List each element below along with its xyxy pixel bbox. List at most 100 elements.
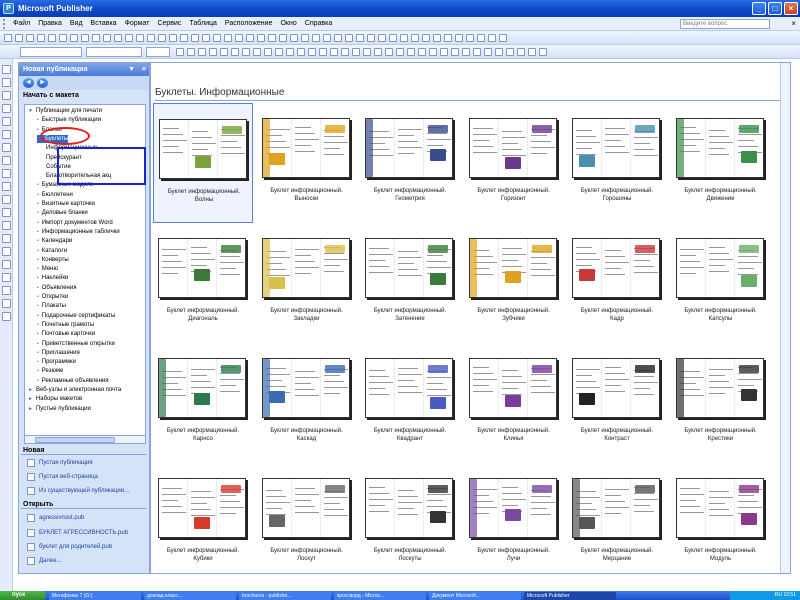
object-tool-icon[interactable] bbox=[2, 260, 11, 269]
gallery-vertical-scrollbar[interactable] bbox=[780, 63, 790, 573]
minimize-button[interactable]: _ bbox=[752, 2, 766, 15]
format-button-icon[interactable] bbox=[297, 48, 305, 56]
toolbar-button-icon[interactable] bbox=[147, 34, 155, 42]
toolbar-button-icon[interactable] bbox=[136, 34, 144, 42]
format-button-icon[interactable] bbox=[231, 48, 239, 56]
toolbar-button-icon[interactable] bbox=[4, 34, 12, 42]
template-card[interactable]: Буклет информационный. Затенение bbox=[360, 223, 460, 343]
taskbar-task[interactable]: кроссворд - Micros... bbox=[334, 591, 426, 600]
toolbar-button-icon[interactable] bbox=[202, 34, 210, 42]
format-button-icon[interactable] bbox=[528, 48, 536, 56]
toolbar-button-icon[interactable] bbox=[433, 34, 441, 42]
template-card[interactable]: Буклет информационный. Горошины bbox=[567, 103, 667, 223]
toolbar-button-icon[interactable] bbox=[26, 34, 34, 42]
object-tool-icon[interactable] bbox=[2, 208, 11, 217]
start-button[interactable]: пуск bbox=[0, 591, 46, 600]
open-file-link[interactable]: agressivnost.pub bbox=[27, 514, 84, 522]
format-button-icon[interactable] bbox=[363, 48, 371, 56]
tree-item[interactable]: • Конверты bbox=[37, 256, 69, 264]
toolbar-button-icon[interactable] bbox=[37, 34, 45, 42]
tree-item[interactable]: • Объявления bbox=[37, 284, 76, 292]
tree-item[interactable]: ► Веб-узлы и электронная почта bbox=[28, 386, 121, 394]
format-button-icon[interactable] bbox=[308, 48, 316, 56]
format-button-icon[interactable] bbox=[275, 48, 283, 56]
pane-close-icon[interactable]: × bbox=[142, 63, 146, 76]
open-file-link[interactable]: буклет для родителей.pub bbox=[27, 543, 112, 551]
toolbar-button-icon[interactable] bbox=[279, 34, 287, 42]
toolbar-button-icon[interactable] bbox=[59, 34, 67, 42]
toolbar-button-icon[interactable] bbox=[466, 34, 474, 42]
format-button-icon[interactable] bbox=[319, 48, 327, 56]
back-arrow-icon[interactable]: ◄ bbox=[23, 78, 34, 88]
object-tool-icon[interactable] bbox=[2, 312, 11, 321]
object-tool-icon[interactable] bbox=[2, 273, 11, 282]
format-button-icon[interactable] bbox=[495, 48, 503, 56]
object-tool-icon[interactable] bbox=[2, 91, 11, 100]
template-card[interactable]: Буклет информационный. Клинья bbox=[464, 343, 564, 463]
format-button-icon[interactable] bbox=[253, 48, 261, 56]
menu-view[interactable]: Вид bbox=[66, 17, 87, 31]
template-card[interactable]: Буклет информационный. Капсулы bbox=[671, 223, 771, 343]
tree-item[interactable]: • Деловые бланки bbox=[37, 209, 88, 217]
format-button-icon[interactable] bbox=[286, 48, 294, 56]
toolbar-button-icon[interactable] bbox=[48, 34, 56, 42]
toolbar-button-icon[interactable] bbox=[125, 34, 133, 42]
tree-item[interactable]: • Визитные карточки bbox=[37, 200, 95, 208]
toolbar-button-icon[interactable] bbox=[15, 34, 23, 42]
tree-item[interactable]: ► Наборы макетов bbox=[28, 395, 82, 403]
template-card[interactable]: Буклет информационный. Каскад bbox=[257, 343, 357, 463]
template-card[interactable]: Буклет информационный. Лоскут bbox=[257, 463, 357, 573]
format-button-icon[interactable] bbox=[473, 48, 481, 56]
template-card[interactable]: Буклет информационный. Карнco bbox=[153, 343, 253, 463]
template-card[interactable]: Буклет информационный. Модуль bbox=[671, 463, 771, 573]
new-blank-web-page-link[interactable]: Пустая веб-страница bbox=[27, 473, 98, 481]
toolbar-button-icon[interactable] bbox=[114, 34, 122, 42]
menu-table[interactable]: Таблица bbox=[185, 17, 220, 31]
taskbar-task[interactable]: brochures - publishe... bbox=[239, 591, 331, 600]
taskbar-task[interactable]: доклад класс... bbox=[144, 591, 236, 600]
toolbar-button-icon[interactable] bbox=[488, 34, 496, 42]
menu-help[interactable]: Справка bbox=[301, 17, 336, 31]
tree-item[interactable]: • Резюме bbox=[37, 367, 63, 375]
more-files-link[interactable]: Далее... bbox=[27, 557, 62, 565]
format-button-icon[interactable] bbox=[407, 48, 415, 56]
template-card[interactable]: Буклет информационный. Геометрия bbox=[360, 103, 460, 223]
format-button-icon[interactable] bbox=[341, 48, 349, 56]
toolbar-button-icon[interactable] bbox=[92, 34, 100, 42]
template-card[interactable]: Буклет информационный. Горизонт bbox=[464, 103, 564, 223]
tree-item[interactable]: • Каталоги bbox=[37, 247, 67, 255]
object-tool-icon[interactable] bbox=[2, 221, 11, 230]
toolbar-button-icon[interactable] bbox=[191, 34, 199, 42]
toolbar-button-icon[interactable] bbox=[334, 34, 342, 42]
toolbar-button-icon[interactable] bbox=[246, 34, 254, 42]
pane-dropdown-icon[interactable]: ▼ bbox=[128, 63, 135, 76]
toolbar-button-icon[interactable] bbox=[400, 34, 408, 42]
format-button-icon[interactable] bbox=[385, 48, 393, 56]
format-button-icon[interactable] bbox=[539, 48, 547, 56]
size-combo[interactable] bbox=[146, 47, 170, 57]
tree-item[interactable]: • Бюллетени bbox=[37, 191, 73, 199]
tree-item[interactable]: • Рекламные объявления bbox=[37, 377, 109, 385]
format-button-icon[interactable] bbox=[396, 48, 404, 56]
tree-item[interactable]: • Быстрые публикации bbox=[37, 116, 101, 124]
object-tool-icon[interactable] bbox=[2, 130, 11, 139]
style-combo[interactable] bbox=[20, 47, 82, 57]
object-tool-icon[interactable] bbox=[2, 156, 11, 165]
template-card[interactable]: Буклет информационный. Зубчики bbox=[464, 223, 564, 343]
tree-item[interactable]: • Меню bbox=[37, 265, 58, 273]
tree-horizontal-scrollbar[interactable] bbox=[24, 435, 146, 444]
template-card[interactable]: Буклет информационный. Кубики bbox=[153, 463, 253, 573]
object-tool-icon[interactable] bbox=[2, 286, 11, 295]
taskbar-task[interactable]: Документ Microsoft... bbox=[429, 591, 521, 600]
tree-item[interactable]: ▼ Публикации для печати bbox=[28, 107, 102, 115]
taskbar-task[interactable]: Мегафонки 7 (G:) bbox=[49, 591, 141, 600]
format-button-icon[interactable] bbox=[220, 48, 228, 56]
format-button-icon[interactable] bbox=[429, 48, 437, 56]
toolbar-button-icon[interactable] bbox=[444, 34, 452, 42]
font-combo[interactable] bbox=[86, 47, 142, 57]
menu-format[interactable]: Формат bbox=[121, 17, 154, 31]
ask-question-input[interactable]: Введите вопрос bbox=[680, 19, 770, 29]
toolbar-button-icon[interactable] bbox=[411, 34, 419, 42]
menu-file[interactable]: Файл bbox=[9, 17, 34, 31]
toolbar-button-icon[interactable] bbox=[356, 34, 364, 42]
